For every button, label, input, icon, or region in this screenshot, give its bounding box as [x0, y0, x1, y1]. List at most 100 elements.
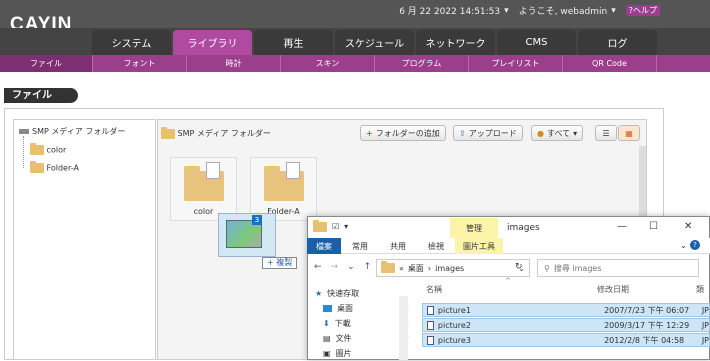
maximize-icon[interactable]: ☐ [649, 221, 658, 232]
tree-root[interactable]: SMP メディア フォルダー [19, 126, 125, 137]
nav-pane-scrollbar[interactable] [399, 296, 408, 360]
tab-system[interactable]: システム [92, 30, 171, 55]
tree-item-color[interactable]: color [30, 143, 66, 155]
document-icon: ▤ [323, 334, 331, 343]
nav-pictures[interactable]: ▣ 圖片 [313, 346, 409, 361]
list-view-button[interactable]: ☰ [595, 125, 617, 141]
subtab-skin[interactable]: スキン [281, 55, 375, 72]
explorer-nav-pane: ★快速存取 桌面⚲ ⬇下載⚲ ▤文件⚲ ▣圖片 [313, 286, 409, 360]
back-arrow-icon[interactable]: ← [314, 262, 322, 272]
manage-tab[interactable]: 管理 [450, 218, 498, 238]
filter-dropdown[interactable]: ● すべて ▾ [531, 125, 584, 141]
list-icon: ☰ [602, 128, 610, 138]
file-row[interactable]: picture1 2007/7/23 下午 06:07 JP [422, 303, 710, 317]
folder-icon [313, 220, 327, 232]
file-date: 2009/3/17 下午 12:29 [604, 320, 690, 330]
chevron-down-icon[interactable]: ⌄ [347, 262, 355, 272]
search-placeholder: 搜尋 images [553, 263, 602, 273]
datetime-selector[interactable]: 6 月 22 2022 14:51:53 [399, 4, 500, 17]
nav-label: 桌面 [337, 304, 353, 313]
column-header-date[interactable]: 修改日期 [597, 284, 629, 295]
tree-item-folder-a[interactable]: Folder-A [30, 161, 79, 173]
help-label: ヘルプ [633, 6, 657, 15]
add-folder-button[interactable]: + フォルダーの追加 [360, 125, 446, 141]
refresh-icon[interactable]: ↻ [515, 262, 523, 272]
ribbon-tab-file[interactable]: 檔案 [307, 238, 341, 254]
tab-playback[interactable]: 再生 [254, 30, 333, 55]
grid-view-button[interactable]: ▦ [618, 125, 640, 141]
explorer-title: images [507, 223, 540, 233]
help-icon[interactable]: ? [690, 240, 700, 250]
ribbon-tab-share[interactable]: 共用 [379, 238, 417, 254]
subtab-qrcode[interactable]: QR Code [563, 55, 657, 72]
subtab-clock[interactable]: 時計 [187, 55, 281, 72]
drive-icon [19, 129, 29, 134]
top-info: 6 月 22 2022 14:51:53 ▾ ようこそ, webadmin ▾ ?ヘ… [399, 4, 660, 17]
minimize-icon[interactable]: — [617, 221, 627, 232]
desktop-icon [323, 305, 332, 312]
nav-downloads[interactable]: ⬇下載⚲ [313, 316, 409, 331]
folder-card-folder-a[interactable]: Folder-A [250, 157, 317, 221]
folder-icon [183, 162, 224, 201]
image-file-icon [427, 305, 434, 315]
tab-schedule[interactable]: スケジュール [335, 30, 414, 55]
search-input[interactable]: ⚲ 搜尋 images [537, 259, 699, 277]
sort-arrow-icon: ^ [505, 277, 511, 285]
help-link[interactable]: ?ヘルプ [625, 5, 660, 16]
ribbon-tab-picture-tools[interactable]: 圖片工具 [455, 238, 503, 254]
file-row[interactable]: picture3 2012/2/8 下午 04:58 JP [422, 333, 710, 347]
plus-icon: + [366, 128, 373, 138]
file-row[interactable]: picture2 2009/3/17 下午 12:29 JP [422, 318, 710, 332]
checkbox-icon[interactable]: ☑ [332, 222, 339, 232]
column-header-type[interactable]: 類 [696, 284, 704, 295]
welcome-menu[interactable]: ようこそ, webadmin [519, 4, 608, 17]
filter-icon: ● [537, 128, 544, 138]
folder-icon [30, 161, 44, 173]
folder-card-label: color [193, 207, 214, 216]
tab-log[interactable]: ログ [578, 30, 657, 55]
nav-desktop[interactable]: 桌面⚲ [313, 301, 409, 316]
file-name: picture2 [437, 320, 471, 330]
nav-documents[interactable]: ▤文件⚲ [313, 331, 409, 346]
breadcrumb-separator: « [399, 263, 404, 273]
ribbon-tab-home[interactable]: 常用 [341, 238, 379, 254]
copy-tooltip: + 複製 [262, 257, 298, 269]
column-header-name[interactable]: 名稱 [426, 284, 442, 295]
tab-library[interactable]: ライブラリ [173, 30, 252, 55]
image-file-icon [427, 320, 434, 330]
folder-card-color[interactable]: color [170, 157, 237, 221]
nav-label: 文件 [335, 334, 352, 343]
dropdown-icon[interactable]: ▾ [344, 222, 348, 232]
quick-access-toolbar: ☑ ▾ [313, 220, 348, 232]
drag-count-badge: 3 [252, 215, 262, 225]
folder-icon [30, 143, 44, 155]
ribbon-tab-view[interactable]: 檢視 [417, 238, 455, 254]
nav-quick-access[interactable]: ★ 快速存取 [313, 286, 409, 301]
forward-arrow-icon[interactable]: → [331, 262, 339, 272]
tab-network[interactable]: ネットワーク [416, 30, 495, 55]
subtab-file[interactable]: ファイル [0, 55, 93, 72]
file-pane-scrollbar[interactable] [639, 146, 646, 216]
chevron-down-icon[interactable]: ⌄ [680, 241, 687, 250]
breadcrumb-desktop[interactable]: 桌面 [408, 263, 424, 274]
breadcrumb-images[interactable]: images [435, 264, 464, 273]
file-type: JP [701, 335, 709, 345]
up-arrow-icon[interactable]: ↑ [364, 262, 372, 272]
address-bar[interactable]: «桌面 › images ⌄ [376, 259, 530, 277]
chevron-down-icon: ▾ [504, 5, 509, 16]
upload-button[interactable]: ⇪ アップロード [453, 125, 523, 141]
star-icon: ★ [315, 289, 323, 298]
file-type: JP [701, 320, 709, 330]
subtab-font[interactable]: フォント [93, 55, 187, 72]
explorer-ribbon: 檔案 常用 共用 檢視 圖片工具 [307, 238, 710, 254]
upload-icon: ⇪ [459, 128, 466, 138]
close-icon[interactable]: ✕ [684, 221, 692, 232]
chevron-down-icon: ▾ [573, 128, 578, 138]
tab-cms[interactable]: CMS [497, 30, 576, 55]
subtab-program[interactable]: プログラム [375, 55, 469, 72]
file-name: picture1 [437, 305, 471, 315]
current-path-label: SMP メディア フォルダー [177, 129, 271, 138]
folder-icon [161, 126, 175, 139]
subtab-playlist[interactable]: プレイリスト [469, 55, 563, 72]
page-title: ファイル [4, 88, 78, 103]
